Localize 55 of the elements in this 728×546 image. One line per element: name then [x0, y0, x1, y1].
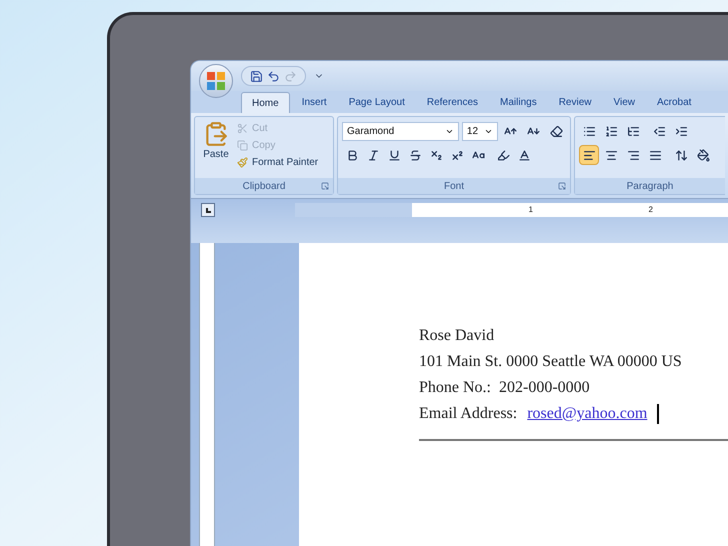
- office-logo-icon: [206, 71, 226, 91]
- ribbon-tab[interactable]: Home: [241, 92, 290, 113]
- clear-formatting-icon: [550, 124, 563, 138]
- paste-button[interactable]: Paste: [203, 121, 229, 170]
- decrease-indent-icon: [652, 124, 666, 138]
- highlight-icon: [496, 148, 510, 162]
- office-button[interactable]: [199, 64, 233, 98]
- ribbon-tab[interactable]: Acrobat: [647, 92, 702, 113]
- font-size-field[interactable]: 12: [462, 122, 498, 140]
- ribbon-tab[interactable]: Mailings: [490, 92, 547, 113]
- shading-icon: [696, 148, 710, 162]
- ruler-number: 2: [648, 206, 653, 214]
- underline-icon: [388, 148, 400, 162]
- align-center-icon: [604, 148, 618, 162]
- cut-icon: [237, 123, 248, 134]
- align-left-button[interactable]: [579, 145, 599, 165]
- align-left-icon: [582, 148, 596, 162]
- multilevel-list-icon: [626, 124, 640, 138]
- justify-icon: [648, 148, 662, 162]
- group-label: Font: [444, 180, 464, 194]
- group-label: Paragraph: [626, 180, 674, 194]
- ruler-number: 1: [528, 206, 533, 214]
- increase-indent-icon: [674, 124, 688, 138]
- shrink-font-icon: [526, 124, 540, 138]
- bold-icon: [346, 148, 358, 162]
- align-right-icon: [626, 148, 640, 162]
- document-text: Email Address:: [419, 404, 518, 424]
- format-painter-button[interactable]: Format Painter: [237, 155, 318, 170]
- ribbon-tab[interactable]: Review: [548, 92, 602, 113]
- dialog-launcher-icon[interactable]: [321, 182, 329, 190]
- copy-icon: [237, 140, 248, 151]
- ribbon-tab[interactable]: View: [604, 92, 645, 113]
- document-text: Rose David: [419, 327, 494, 344]
- superscript-icon: [450, 148, 464, 162]
- italic-icon: [366, 148, 380, 162]
- line-spacing-icon: [674, 148, 688, 162]
- font-color-icon: [518, 148, 530, 162]
- save-icon[interactable]: [250, 70, 263, 82]
- subscript-icon: [430, 148, 442, 162]
- group-label: Clipboard: [242, 180, 286, 194]
- font-name-field[interactable]: Garamond: [342, 122, 459, 140]
- dialog-launcher-icon[interactable]: [558, 182, 566, 190]
- ribbon-tab[interactable]: References: [416, 92, 488, 113]
- ribbon-tab[interactable]: Page Layout: [338, 92, 415, 113]
- numbering-icon: [604, 124, 618, 138]
- grow-font-icon: [504, 124, 518, 138]
- email-link[interactable]: rosed@yahoo.com: [527, 401, 648, 427]
- painter-icon: [237, 157, 248, 168]
- strikethrough-icon: [408, 148, 422, 162]
- ribbon-tab[interactable]: Insert: [292, 92, 337, 113]
- document-text: 101 Main St. 0000 Seattle WA 00000 US: [419, 353, 682, 370]
- tab-selector[interactable]: [201, 203, 215, 217]
- document-text: Phone No.: 202-000-0000: [419, 379, 590, 396]
- bullets-icon: [582, 124, 596, 138]
- undo-icon[interactable]: [267, 70, 280, 82]
